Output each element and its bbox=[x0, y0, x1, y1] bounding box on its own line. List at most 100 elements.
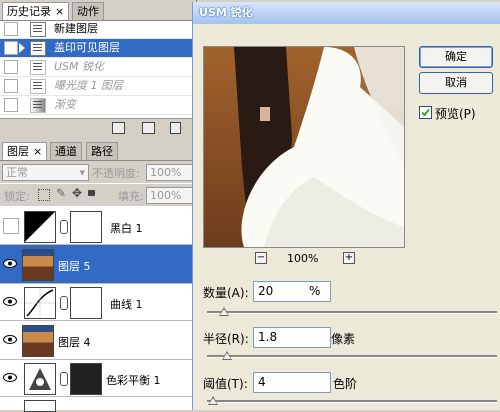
link-chain-icon[interactable] bbox=[60, 296, 68, 310]
history-item[interactable]: 新建图层 bbox=[0, 20, 196, 39]
history-step-icon bbox=[30, 22, 46, 37]
dialog-title-bar[interactable]: USM 锐化 bbox=[193, 2, 500, 24]
trash-icon[interactable] bbox=[170, 122, 181, 134]
amount-slider-thumb[interactable] bbox=[219, 307, 230, 316]
preview-label: 预览(P) bbox=[435, 107, 476, 121]
visibility-toggle-off[interactable] bbox=[3, 218, 19, 234]
layer-mask-thumbnail[interactable] bbox=[70, 287, 102, 319]
radius-slider-thumb[interactable] bbox=[222, 351, 233, 360]
history-step-icon bbox=[30, 60, 46, 75]
lock-brush-icon[interactable]: ✎ bbox=[56, 186, 66, 200]
history-panel: 历史记录 × 动作 新建图层 盖印可见图层 USM 锐化 曝光度 1 图层 渐变 bbox=[0, 0, 197, 137]
lock-all-icon[interactable] bbox=[88, 190, 95, 196]
preview-image[interactable] bbox=[203, 46, 405, 248]
history-item[interactable]: USM 锐化 bbox=[0, 58, 196, 77]
layer-mask-thumbnail[interactable] bbox=[70, 363, 102, 395]
history-item[interactable]: 曝光度 1 图层 bbox=[0, 77, 196, 96]
amount-slider[interactable] bbox=[207, 307, 497, 316]
ok-button[interactable]: 确定 bbox=[419, 46, 493, 68]
layer-name: 黑白 1 bbox=[110, 222, 143, 235]
new-document-from-state-icon[interactable] bbox=[112, 122, 125, 134]
history-item-label: 新建图层 bbox=[54, 22, 98, 35]
layer-name: 图层 4 bbox=[58, 336, 91, 349]
lock-transparency-icon[interactable] bbox=[38, 189, 50, 201]
layers-panel: 图层 × 通道 路径 正常 ▾ 不透明度: 100% 锁定: ✎ ✥ 填充: 10… bbox=[0, 140, 197, 412]
history-item-label: 盖印可见图层 bbox=[54, 41, 120, 54]
chevron-down-icon: ▾ bbox=[79, 166, 85, 179]
lock-row: 锁定: ✎ ✥ 填充: 100% bbox=[0, 184, 196, 206]
link-chain-icon[interactable] bbox=[60, 220, 68, 234]
history-step-icon bbox=[30, 79, 46, 94]
lock-move-icon[interactable]: ✥ bbox=[72, 186, 82, 200]
fill-value: 100% bbox=[150, 189, 182, 202]
radius-input[interactable]: 1.8 bbox=[253, 327, 331, 348]
layer-row-selected[interactable]: 图层 5 bbox=[0, 245, 196, 284]
history-item-label: USM 锐化 bbox=[54, 60, 105, 73]
checkmark-icon bbox=[421, 108, 430, 117]
history-item-selected[interactable]: 盖印可见图层 bbox=[0, 39, 196, 58]
amount-label: 数量(A): bbox=[203, 286, 249, 300]
gradient-icon bbox=[30, 98, 46, 113]
history-item-label: 渐变 bbox=[54, 98, 76, 111]
snapshot-source-box[interactable] bbox=[4, 98, 18, 112]
history-toolbar bbox=[0, 118, 196, 137]
tab-channels[interactable]: 通道 bbox=[50, 142, 82, 160]
zoom-in-icon: + bbox=[344, 252, 354, 263]
layer-row[interactable]: 色彩平衡 1 bbox=[0, 360, 196, 397]
wedding-photo bbox=[204, 47, 404, 247]
threshold-input[interactable]: 4 bbox=[253, 372, 331, 393]
curves-adjustment-icon bbox=[24, 287, 56, 319]
eye-icon[interactable] bbox=[3, 297, 17, 306]
photo-layer-thumbnail bbox=[22, 325, 54, 357]
layer-name: 图层 5 bbox=[58, 260, 91, 273]
snapshot-source-box[interactable] bbox=[4, 22, 18, 36]
layer-row-partial[interactable] bbox=[0, 397, 196, 412]
color-balance-adjustment-icon bbox=[24, 363, 56, 395]
tab-channels-label: 通道 bbox=[55, 145, 77, 158]
cancel-button[interactable]: 取消 bbox=[419, 72, 493, 94]
eye-icon[interactable] bbox=[3, 259, 17, 268]
preview-checkbox[interactable] bbox=[419, 106, 432, 119]
radius-slider[interactable] bbox=[207, 351, 497, 360]
tab-actions-label: 动作 bbox=[77, 5, 99, 18]
threshold-label: 阈值(T): bbox=[203, 377, 248, 391]
tab-actions[interactable]: 动作 bbox=[72, 2, 104, 20]
zoom-level: 100% bbox=[287, 252, 319, 265]
history-item[interactable]: 渐变 bbox=[0, 96, 196, 115]
dialog-title: USM 锐化 bbox=[199, 6, 253, 19]
tab-layers-label: 图层 bbox=[7, 145, 29, 158]
threshold-slider-thumb[interactable] bbox=[207, 396, 218, 405]
close-icon[interactable]: × bbox=[55, 5, 64, 18]
zoom-out-button[interactable]: − bbox=[255, 252, 267, 264]
amount-value: 20 bbox=[258, 284, 274, 298]
eye-icon[interactable] bbox=[3, 373, 17, 382]
lock-label: 锁定: bbox=[4, 190, 30, 203]
layer-row[interactable]: 黑白 1 bbox=[0, 208, 196, 245]
threshold-slider[interactable] bbox=[207, 396, 497, 405]
link-chain-icon[interactable] bbox=[60, 372, 68, 386]
snapshot-source-box[interactable] bbox=[4, 41, 18, 55]
close-icon[interactable]: × bbox=[33, 145, 42, 158]
tab-history-label: 历史记录 bbox=[7, 5, 51, 18]
layer-row[interactable]: 图层 4 bbox=[0, 321, 196, 360]
threshold-unit: 色阶 bbox=[333, 377, 358, 391]
snapshot-source-box[interactable] bbox=[4, 79, 18, 93]
history-tabbar: 历史记录 × 动作 bbox=[0, 0, 196, 21]
tab-layers[interactable]: 图层 × bbox=[2, 142, 48, 160]
tab-history[interactable]: 历史记录 × bbox=[2, 2, 70, 20]
tab-paths[interactable]: 路径 bbox=[86, 142, 118, 160]
layer-row[interactable]: 曲线 1 bbox=[0, 284, 196, 321]
zoom-in-button[interactable]: + bbox=[343, 252, 355, 264]
cancel-button-label: 取消 bbox=[445, 76, 467, 89]
opacity-input[interactable]: 100% bbox=[146, 164, 195, 181]
opacity-value: 100% bbox=[150, 166, 182, 179]
blend-mode-select[interactable]: 正常 ▾ bbox=[2, 164, 89, 181]
camera-snapshot-icon[interactable] bbox=[142, 122, 155, 134]
history-item-label: 曝光度 1 图层 bbox=[54, 79, 123, 92]
layer-mask-thumbnail[interactable] bbox=[70, 211, 102, 243]
eye-icon[interactable] bbox=[3, 335, 17, 344]
blend-mode-value: 正常 bbox=[6, 166, 28, 179]
amount-unit: % bbox=[309, 284, 321, 298]
fill-input[interactable]: 100% bbox=[146, 187, 195, 204]
snapshot-source-box[interactable] bbox=[4, 60, 18, 74]
